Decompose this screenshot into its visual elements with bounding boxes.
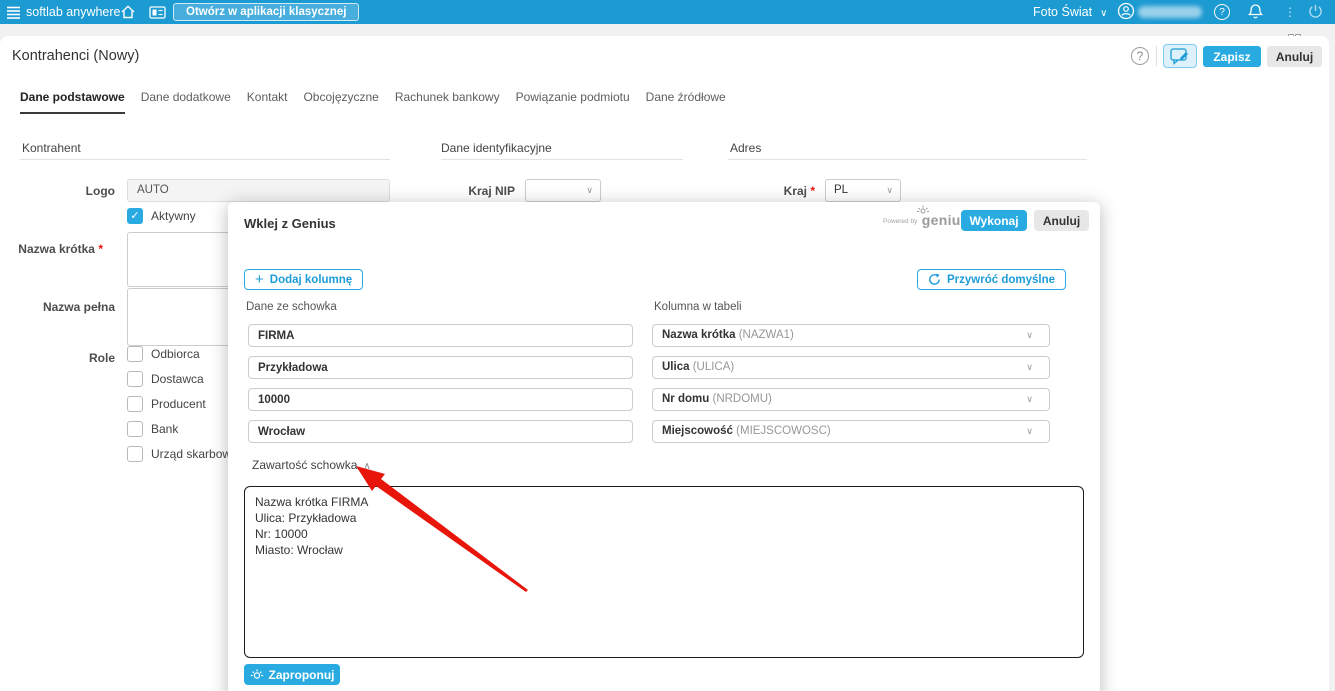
chevron-down-icon: ∨ xyxy=(1026,330,1033,340)
page-title: Kontrahenci (Nowy) xyxy=(12,48,140,64)
news-card-icon[interactable] xyxy=(149,4,166,20)
modal-title: Wklej z Genius xyxy=(244,216,336,231)
kraj-nip-label: Kraj NIP xyxy=(468,184,515,198)
urzad-skarbowy-label: Urząd skarbowy xyxy=(151,447,238,461)
clipboard-line: Nazwa krótka FIRMA xyxy=(255,495,369,509)
app-brand: softlab anywhere xyxy=(26,5,121,19)
tab-dane-dodatkowe[interactable]: Dane dodatkowe xyxy=(141,90,231,114)
menu-icon[interactable] xyxy=(6,4,21,20)
required-marker: * xyxy=(810,184,815,198)
aktywny-label: Aktywny xyxy=(151,209,196,223)
divider xyxy=(441,159,683,160)
add-column-button[interactable]: + Dodaj kolumnę xyxy=(244,269,364,290)
tab-obcojezyczne[interactable]: Obcojęzyczne xyxy=(303,90,378,114)
producent-label: Producent xyxy=(151,397,206,411)
clipboard-value-input[interactable] xyxy=(248,388,633,411)
clipboard-line: Miasto: Wrocław xyxy=(255,543,343,557)
divider xyxy=(728,159,1087,160)
help-icon[interactable]: ? xyxy=(1214,4,1230,20)
topbar: softlab anywhere Otwórz w aplikacji klas… xyxy=(0,0,1335,24)
save-button[interactable]: Zapisz xyxy=(1203,46,1261,67)
propose-button[interactable]: Zaproponuj xyxy=(244,664,340,685)
kebab-menu-icon[interactable]: ⋮ xyxy=(1284,4,1296,20)
clipboard-value-input[interactable] xyxy=(248,420,633,443)
bank-checkbox[interactable] xyxy=(127,421,143,437)
role-label: Role xyxy=(88,351,115,365)
role-row: Dostawca xyxy=(127,371,204,387)
chevron-down-icon: ∨ xyxy=(1026,394,1033,404)
user-icon[interactable] xyxy=(1117,2,1135,20)
dostawca-label: Dostawca xyxy=(151,372,204,386)
home-icon[interactable] xyxy=(120,4,136,20)
aktywny-checkbox[interactable]: ✓ xyxy=(127,208,143,224)
sparkle-icon xyxy=(250,669,263,679)
dostawca-checkbox[interactable] xyxy=(127,371,143,387)
role-row: Producent xyxy=(127,396,206,412)
chevron-down-icon: ∨ xyxy=(1026,362,1033,372)
role-row: Bank xyxy=(127,421,178,437)
redacted-username xyxy=(1138,6,1202,18)
chevron-down-icon: ∨ xyxy=(1026,426,1033,436)
producent-checkbox[interactable] xyxy=(127,396,143,412)
tab-dane-podstawowe[interactable]: Dane podstawowe xyxy=(20,90,125,114)
aktywny-checkbox-row: ✓ Aktywny xyxy=(127,208,196,224)
modal-cancel-button[interactable]: Anuluj xyxy=(1034,210,1089,231)
clipboard-value-input[interactable] xyxy=(248,356,633,379)
tab-powiazanie-podmiotu[interactable]: Powiązanie podmiotu xyxy=(516,90,630,114)
cancel-button[interactable]: Anuluj xyxy=(1267,46,1322,67)
restore-defaults-button[interactable]: Przywróć domyślne xyxy=(917,269,1067,290)
column-select[interactable]: Ulica (ULICA) ∨ xyxy=(652,356,1050,379)
application-window: softlab anywhere Otwórz w aplikacji klas… xyxy=(0,0,1335,691)
tab-bar: Dane podstawowe Dane dodatkowe Kontakt O… xyxy=(20,90,726,114)
execute-button[interactable]: Wykonaj xyxy=(961,210,1027,231)
section-adres: Adres xyxy=(730,141,762,155)
refresh-icon xyxy=(929,273,940,285)
right-column-header: Kolumna w tabeli xyxy=(654,301,742,313)
chevron-down-icon: ∨ xyxy=(1100,8,1108,19)
clipboard-line: Nr: 10000 xyxy=(255,527,308,541)
logo-field[interactable]: AUTO xyxy=(127,179,390,202)
column-select[interactable]: Nazwa krótka (NAZWA1) ∨ xyxy=(652,324,1050,347)
tab-kontakt[interactable]: Kontakt xyxy=(247,90,288,114)
odbiorca-label: Odbiorca xyxy=(151,347,200,361)
clipboard-content-textarea[interactable]: Nazwa krótka FIRMA Ulica: Przykładowa Nr… xyxy=(244,486,1084,658)
tab-dane-zrodlowe[interactable]: Dane źródłowe xyxy=(646,90,726,114)
notifications-bell-icon[interactable] xyxy=(1247,3,1264,19)
left-column-header: Dane ze schowka xyxy=(246,301,337,313)
nazwa-pelna-label: Nazwa pełna xyxy=(42,300,115,314)
kraj-nip-select[interactable]: ∨ xyxy=(525,179,601,202)
company-selector[interactable]: Foto Świat ∨ xyxy=(1033,0,1107,26)
feedback-button[interactable] xyxy=(1163,44,1197,68)
section-kontrahent: Kontrahent xyxy=(22,141,81,155)
required-marker: * xyxy=(98,242,103,256)
nazwa-krotka-label: Nazwa krótka * xyxy=(18,242,103,256)
section-dane-identyfikacyjne: Dane identyfikacyjne xyxy=(441,141,552,155)
kraj-label: Kraj * xyxy=(783,184,815,198)
page-help-icon[interactable]: ? xyxy=(1131,47,1149,65)
chevron-up-icon[interactable]: ∧ xyxy=(363,461,370,472)
bank-label: Bank xyxy=(151,422,179,436)
genius-sparkle-icon xyxy=(917,205,929,214)
odbiorca-checkbox[interactable] xyxy=(127,346,143,362)
column-select[interactable]: Nr domu (NRDOMU) ∨ xyxy=(652,388,1050,411)
power-icon[interactable] xyxy=(1307,3,1324,19)
column-select[interactable]: Miejscowość (MIEJSCOWOSC) ∨ xyxy=(652,420,1050,443)
clipboard-content-label: Zawartość schowka ∧ xyxy=(252,458,371,472)
urzad-skarbowy-checkbox[interactable] xyxy=(127,446,143,462)
open-classic-app-button[interactable]: Otwórz w aplikacji klasycznej xyxy=(173,3,360,21)
role-row: Urząd skarbowy xyxy=(127,446,237,462)
logo-label: Logo xyxy=(85,184,115,198)
chevron-down-icon: ∨ xyxy=(886,185,893,195)
plus-icon: + xyxy=(255,271,264,288)
clipboard-line: Ulica: Przykładowa xyxy=(255,511,357,525)
kraj-select[interactable]: PL ∨ xyxy=(825,179,901,202)
divider xyxy=(20,159,390,160)
tab-rachunek-bankowy[interactable]: Rachunek bankowy xyxy=(395,90,500,114)
divider xyxy=(1156,46,1157,66)
chevron-down-icon: ∨ xyxy=(586,185,593,195)
role-row: Odbiorca xyxy=(127,346,200,362)
comment-edit-icon xyxy=(1169,47,1188,65)
clipboard-value-input[interactable] xyxy=(248,324,633,347)
wklej-z-genius-modal: Wklej z Genius Powered by genius Wykonaj… xyxy=(228,202,1100,691)
